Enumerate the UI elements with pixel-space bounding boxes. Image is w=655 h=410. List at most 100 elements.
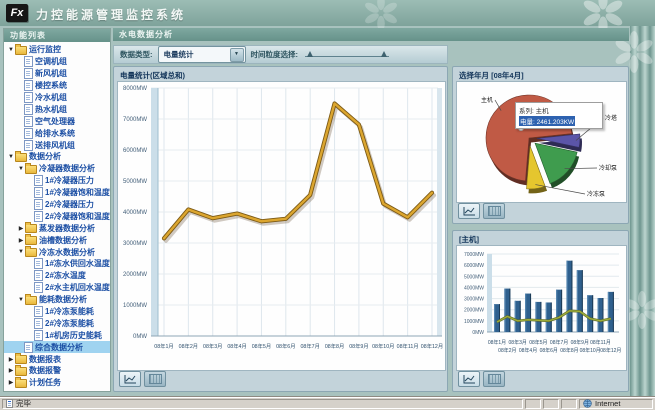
tree-item[interactable]: 热水机组 xyxy=(4,103,110,115)
tree-item[interactable]: 1#冷凝器饱和温度 xyxy=(4,187,110,199)
tree-item[interactable]: ▼运行监控 xyxy=(4,44,110,56)
tree-item[interactable]: 新风机组 xyxy=(4,68,110,80)
chart-view-button[interactable] xyxy=(458,203,480,219)
svg-text:0MW: 0MW xyxy=(133,334,147,340)
chevron-collapsed-icon[interactable]: ▶ xyxy=(17,237,25,244)
svg-text:08年4月: 08年4月 xyxy=(519,347,537,354)
tree-item-label: 2#冷冻泵能耗 xyxy=(45,318,94,329)
tree-item[interactable]: ▶ 计划任务 xyxy=(4,377,110,389)
chevron-collapsed-icon[interactable]: ▶ xyxy=(7,379,15,386)
table-view-button[interactable] xyxy=(483,371,505,387)
app-window: Fx 力控能源管理监控系统 功能列表 ▼运行监控空调机组新风机组楼控系统冷水机组… xyxy=(0,0,655,410)
tree-item-label: 计划任务 xyxy=(29,377,61,388)
tree-item[interactable]: 2#冷凝器饱和温度 xyxy=(4,210,110,222)
folder-icon xyxy=(15,367,27,376)
svg-text:08年6月: 08年6月 xyxy=(540,347,558,354)
filter-bar: 数据类型: 电量统计 ▼ 时间粒度选择: xyxy=(113,45,448,64)
svg-text:7000MW: 7000MW xyxy=(123,117,147,123)
tree-item-label: 数据报警 xyxy=(29,365,61,376)
tree-item-label: 冷冻水数据分析 xyxy=(39,247,95,258)
chevron-down-icon[interactable]: ▼ xyxy=(230,48,244,62)
chevron-collapsed-icon[interactable]: ▶ xyxy=(7,356,15,363)
tree-item[interactable]: ▼冷凝器数据分析 xyxy=(4,163,110,175)
document-icon xyxy=(34,330,43,341)
tree-item[interactable]: 给排水系统 xyxy=(4,127,110,139)
table-view-button[interactable] xyxy=(483,203,505,219)
tree-item[interactable]: 送排风机组 xyxy=(4,139,110,151)
data-type-label: 数据类型: xyxy=(120,49,153,60)
status-zone-text: Internet xyxy=(595,399,620,408)
table-view-button[interactable] xyxy=(144,371,166,387)
chevron-collapsed-icon[interactable]: ▶ xyxy=(17,225,25,232)
tree-item[interactable]: 2#冷凝器压力 xyxy=(4,199,110,211)
document-icon xyxy=(34,306,43,317)
svg-text:08年4月: 08年4月 xyxy=(227,342,246,350)
ie-document-icon xyxy=(6,399,13,408)
svg-text:08年7月: 08年7月 xyxy=(300,342,319,350)
data-type-dropdown[interactable]: 电量统计 ▼ xyxy=(158,46,246,63)
tree-item-label: 数据分析 xyxy=(29,151,61,162)
chevron-expanded-icon[interactable]: ▼ xyxy=(7,154,15,160)
tree-item[interactable]: 空调机组 xyxy=(4,56,110,68)
chevron-expanded-icon[interactable]: ▼ xyxy=(17,249,25,255)
folder-icon xyxy=(25,224,37,233)
tree-item[interactable]: 1#机房历史能耗 xyxy=(4,329,110,341)
document-icon xyxy=(34,282,43,293)
background-stripes xyxy=(630,26,655,396)
folder-icon xyxy=(15,355,27,364)
svg-text:08年3月: 08年3月 xyxy=(509,339,527,346)
tree-item[interactable]: 冷水机组 xyxy=(4,92,110,104)
line-chart-icon xyxy=(463,374,476,384)
status-zone: Internet xyxy=(579,399,653,409)
svg-text:08年8月: 08年8月 xyxy=(560,347,578,354)
tree-item[interactable]: 2#冷冻泵能耗 xyxy=(4,317,110,329)
tree-item[interactable]: ▶数据报表 xyxy=(4,353,110,365)
tree-item-label: 2#冻水温度 xyxy=(45,270,86,281)
svg-text:08年8月: 08年8月 xyxy=(325,342,344,350)
slider-handle-right[interactable] xyxy=(381,51,387,57)
pie-tooltip: 系列: 主机 电量: 2461.203KW xyxy=(515,102,603,129)
document-icon xyxy=(24,80,33,91)
slider-track[interactable] xyxy=(305,56,389,57)
tree-item[interactable]: ▶ 数据报警 xyxy=(4,365,110,377)
chevron-collapsed-icon[interactable]: ▶ xyxy=(7,367,15,374)
tree-item[interactable]: ▼ 冷冻水数据分析 xyxy=(4,246,110,258)
chart-view-button[interactable] xyxy=(458,371,480,387)
svg-text:6000MW: 6000MW xyxy=(123,148,147,154)
document-icon xyxy=(24,116,33,127)
svg-text:4000MW: 4000MW xyxy=(123,210,147,216)
tree-item[interactable]: 2#冻水温度 xyxy=(4,270,110,282)
chart-view-button[interactable] xyxy=(119,371,141,387)
svg-text:08年1月: 08年1月 xyxy=(488,339,506,346)
chevron-expanded-icon[interactable]: ▼ xyxy=(17,297,25,303)
tree-item-label: 1#冻水供回水温度 xyxy=(45,258,110,269)
tree-item[interactable]: 1#冷冻泵能耗 xyxy=(4,306,110,318)
tree-item-label: 1#冷冻泵能耗 xyxy=(45,306,94,317)
tree-item[interactable]: 综合数据分析 xyxy=(4,341,110,353)
bar-chart-area: 0MW1000MW2000MW3000MW4000MW5000MW6000MW7… xyxy=(456,245,627,371)
status-spacer xyxy=(525,399,541,409)
folder-icon xyxy=(25,248,37,257)
tree-item-label: 给排水系统 xyxy=(35,128,75,139)
tree-item[interactable]: 1#冷凝器压力 xyxy=(4,175,110,187)
tree-item[interactable]: ▼ 数据分析 xyxy=(4,151,110,163)
tree-item[interactable]: 2#水主机回水温度 xyxy=(4,282,110,294)
chevron-expanded-icon[interactable]: ▼ xyxy=(7,47,15,53)
line-chart-area: 0MW1000MW2000MW3000MW4000MW5000MW6000MW7… xyxy=(117,81,446,371)
tree-item[interactable]: 空气处理器 xyxy=(4,115,110,127)
chevron-expanded-icon[interactable]: ▼ xyxy=(17,166,25,172)
tree-item[interactable]: ▶蒸发器数据分析 xyxy=(4,222,110,234)
tree-item-label: 空气处理器 xyxy=(35,116,75,127)
tree-item[interactable]: 楼控系统 xyxy=(4,80,110,92)
tree-item[interactable]: 1#冻水供回水温度 xyxy=(4,258,110,270)
svg-text:主机: 主机 xyxy=(481,96,493,104)
svg-text:08年9月: 08年9月 xyxy=(571,339,589,346)
svg-text:08年11月: 08年11月 xyxy=(590,339,611,346)
time-granularity-slider[interactable] xyxy=(305,50,389,60)
slider-handle-left[interactable] xyxy=(307,51,313,57)
svg-text:08年12月: 08年12月 xyxy=(600,347,621,354)
tree-item[interactable]: ▶油槽数据分析 xyxy=(4,234,110,246)
tree-item-label: 热水机组 xyxy=(35,104,67,115)
tree-item-label: 能耗数据分析 xyxy=(39,294,87,305)
tree-item[interactable]: ▼ 能耗数据分析 xyxy=(4,294,110,306)
